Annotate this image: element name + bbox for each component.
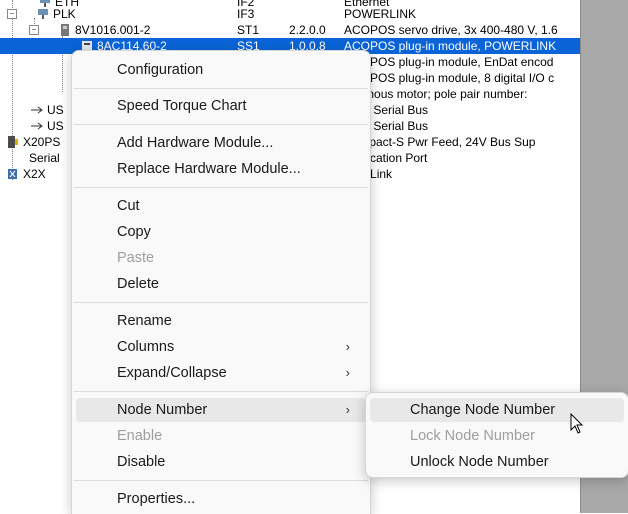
tree-row[interactable]: 8V1016.001-2 ST1 2.2.0.0 ACOPOS servo dr… <box>0 22 580 38</box>
x2x-icon <box>6 168 20 180</box>
row-description: munication Port <box>344 151 428 165</box>
tree-row[interactable]: PLK IF3 POWERLINK <box>0 6 580 22</box>
menu-item-copy[interactable]: Copy <box>76 220 366 244</box>
menu-item-lock-node-number: Lock Node Number <box>410 428 535 444</box>
menu-item-delete[interactable]: Delete <box>76 272 366 296</box>
menu-item-cut[interactable]: Cut <box>76 194 366 218</box>
usb-icon <box>30 120 44 132</box>
menu-item-configuration[interactable]: Configuration <box>76 58 366 82</box>
row-description: ACOPOS plug-in module, POWERLINK <box>344 39 557 53</box>
menu-item-expand-collapse[interactable]: Expand/Collapse › <box>76 361 366 385</box>
chevron-right-icon: › <box>345 339 350 354</box>
usb-icon <box>30 104 44 116</box>
menu-item-properties[interactable]: Properties... <box>76 487 366 511</box>
menu-item-rename[interactable]: Rename <box>76 309 366 333</box>
row-description: ersal Serial Bus <box>344 119 429 133</box>
menu-item-paste: Paste <box>117 250 155 266</box>
menu-item-change-node-number[interactable]: Change Node Number <box>370 398 624 422</box>
row-description: Compact-S Pwr Feed, 24V Bus Sup <box>344 135 536 149</box>
row-name: X2X <box>23 167 46 181</box>
menu-separator <box>74 88 368 89</box>
menu-separator <box>74 187 368 188</box>
row-description: ACOPOS plug-in module, EnDat encod <box>344 55 554 69</box>
row-description: ACOPOS plug-in module, 8 digital I/O c <box>344 71 555 85</box>
menu-item-unlock-node-number[interactable]: Unlock Node Number <box>370 450 624 474</box>
row-description: POWERLINK <box>344 7 417 21</box>
servo-drive-icon <box>58 24 72 36</box>
menu-separator <box>74 302 368 303</box>
row-name: X20PS <box>23 135 61 149</box>
menu-separator <box>74 391 368 392</box>
row-name: US <box>47 119 64 133</box>
network-icon <box>36 8 50 20</box>
row-interface: ST1 <box>237 23 260 37</box>
row-interface: IF3 <box>237 7 255 21</box>
row-version: 2.2.0.0 <box>289 23 326 37</box>
chevron-right-icon: › <box>345 402 350 417</box>
menu-item-replace-hardware-module[interactable]: Replace Hardware Module... <box>76 157 366 181</box>
row-name: Serial <box>29 151 60 165</box>
node-number-submenu: Change Node Number Lock Node Number Unlo… <box>365 392 628 478</box>
menu-item-speed-torque-chart[interactable]: Speed Torque Chart <box>76 94 366 118</box>
menu-item-node-number[interactable]: Node Number › <box>76 398 366 422</box>
menu-separator <box>74 480 368 481</box>
row-description: ersal Serial Bus <box>344 103 429 117</box>
mouse-cursor-icon <box>570 412 584 435</box>
row-name: PLK <box>53 7 76 21</box>
row-description: chronous motor; pole pair number: <box>344 87 528 101</box>
row-description: X2X Link <box>344 167 393 181</box>
row-name: 8V1016.001-2 <box>75 23 151 37</box>
context-menu: Configuration Speed Torque Chart Add Har… <box>71 50 371 514</box>
row-name: US <box>47 103 64 117</box>
menu-item-enable: Enable <box>117 428 163 444</box>
menu-item-disable[interactable]: Disable <box>76 450 366 474</box>
chevron-right-icon: › <box>345 365 350 380</box>
menu-separator <box>74 124 368 125</box>
menu-item-add-hardware-module[interactable]: Add Hardware Module... <box>76 131 366 155</box>
power-supply-icon <box>6 136 20 148</box>
row-description: ACOPOS servo drive, 3x 400-480 V, 1.6 <box>344 23 558 37</box>
menu-item-columns[interactable]: Columns › <box>76 335 366 359</box>
